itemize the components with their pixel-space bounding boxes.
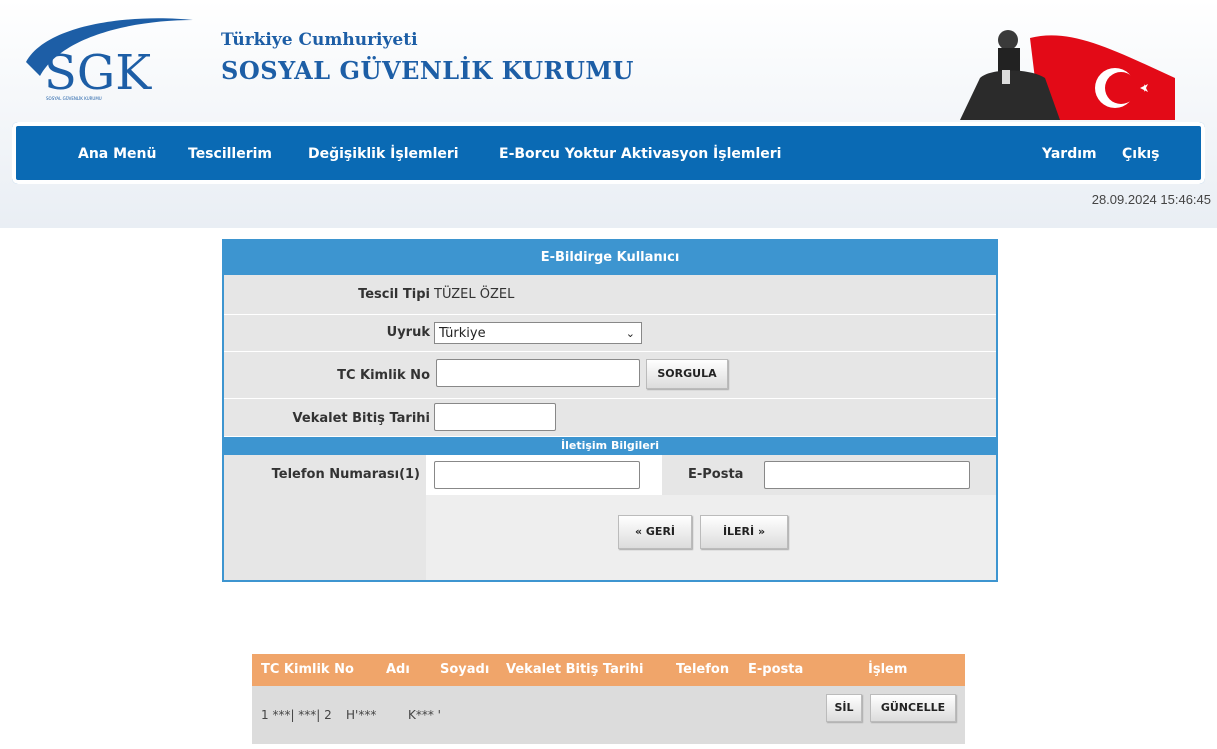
- nav-ana-menu[interactable]: Ana Menü: [78, 146, 156, 162]
- row-uyruk: Uyruk Türkiye ⌄: [224, 315, 996, 352]
- main-navbar: Ana Menü Tescillerim Değişiklik İşlemler…: [12, 122, 1205, 184]
- cell-adi: H'***: [346, 708, 377, 722]
- th-telefon: Telefon: [676, 662, 730, 677]
- uyruk-selected-value: Türkiye: [439, 326, 486, 341]
- contact-section-header: İletişim Bilgileri: [224, 437, 996, 455]
- tc-kimlik-input[interactable]: [436, 359, 640, 387]
- telefon-input[interactable]: [434, 461, 640, 489]
- header-title-line2: SOSYAL GÜVENLİK KURUMU: [221, 56, 634, 85]
- tescil-tipi-label: Tescil Tipi: [358, 287, 430, 302]
- nav-cikis[interactable]: Çıkış: [1122, 146, 1160, 162]
- nav-tescillerim[interactable]: Tescillerim: [188, 146, 272, 162]
- sorgula-button[interactable]: SORGULA: [646, 359, 728, 389]
- form-title: E-Bildirge Kullanıcı: [224, 241, 996, 275]
- cell-soyadi: K*** ': [408, 708, 441, 722]
- user-form-panel: E-Bildirge Kullanıcı Tescil Tipi TÜZEL Ö…: [222, 239, 998, 582]
- guncelle-button[interactable]: GÜNCELLE: [870, 694, 956, 722]
- sgk-logo: SGK SOSYAL GÜVENLİK KURUMU: [18, 14, 198, 104]
- row-telefon-eposta: Telefon Numarası(1) E-Posta: [224, 455, 996, 496]
- flag-portrait-image: [950, 18, 1180, 120]
- tescil-tipi-value: TÜZEL ÖZEL: [434, 287, 515, 302]
- nav-yardim[interactable]: Yardım: [1042, 146, 1097, 162]
- logo-text: SGK: [44, 45, 152, 101]
- telefon-label: Telefon Numarası(1): [271, 467, 420, 482]
- th-tc-kimlik: TC Kimlik No: [261, 662, 354, 677]
- logo-subtext: SOSYAL GÜVENLİK KURUMU: [46, 96, 102, 101]
- geri-button[interactable]: « GERİ: [618, 515, 692, 549]
- th-vekalet: Vekalet Bitiş Tarihi: [506, 662, 644, 677]
- nav-degisiklik-islemleri[interactable]: Değişiklik İşlemleri: [308, 146, 459, 162]
- eposta-label: E-Posta: [688, 467, 744, 482]
- datetime-display: 28.09.2024 15:46:45: [1091, 192, 1211, 207]
- table-row: 1 ***| ***| 2 H'*** K*** ' SİL GÜNCELLE: [252, 686, 965, 744]
- uyruk-label: Uyruk: [386, 325, 430, 340]
- chevron-down-icon: ⌄: [625, 327, 635, 340]
- eposta-input[interactable]: [764, 461, 970, 489]
- th-islem: İşlem: [868, 662, 908, 677]
- row-tc-kimlik: TC Kimlik No SORGULA: [224, 352, 996, 399]
- row-tescil-tipi: Tescil Tipi TÜZEL ÖZEL: [224, 275, 996, 315]
- table-header-row: TC Kimlik No Adı Soyadı Vekalet Bitiş Ta…: [252, 654, 965, 686]
- sil-button[interactable]: SİL: [826, 694, 862, 722]
- vekalet-label: Vekalet Bitiş Tarihi: [292, 411, 430, 426]
- vekalet-bitis-input[interactable]: [434, 403, 556, 431]
- footer-left-bg: [224, 495, 426, 580]
- page-header: SGK SOSYAL GÜVENLİK KURUMU Türkiye Cumhu…: [0, 0, 1217, 228]
- uyruk-select[interactable]: Türkiye ⌄: [434, 322, 642, 344]
- th-adi: Adı: [386, 662, 410, 677]
- ileri-button[interactable]: İLERİ »: [700, 515, 788, 549]
- header-title-line1: Türkiye Cumhuriyeti: [221, 30, 418, 50]
- tc-kimlik-label: TC Kimlik No: [337, 368, 430, 383]
- cell-tc: 1 ***| ***| 2: [261, 708, 332, 722]
- nav-e-borcu-yoktur[interactable]: E-Borcu Yoktur Aktivasyon İşlemleri: [499, 146, 781, 162]
- th-eposta: E-posta: [748, 662, 804, 677]
- row-vekalet: Vekalet Bitiş Tarihi: [224, 399, 996, 437]
- th-soyadi: Soyadı: [440, 662, 490, 677]
